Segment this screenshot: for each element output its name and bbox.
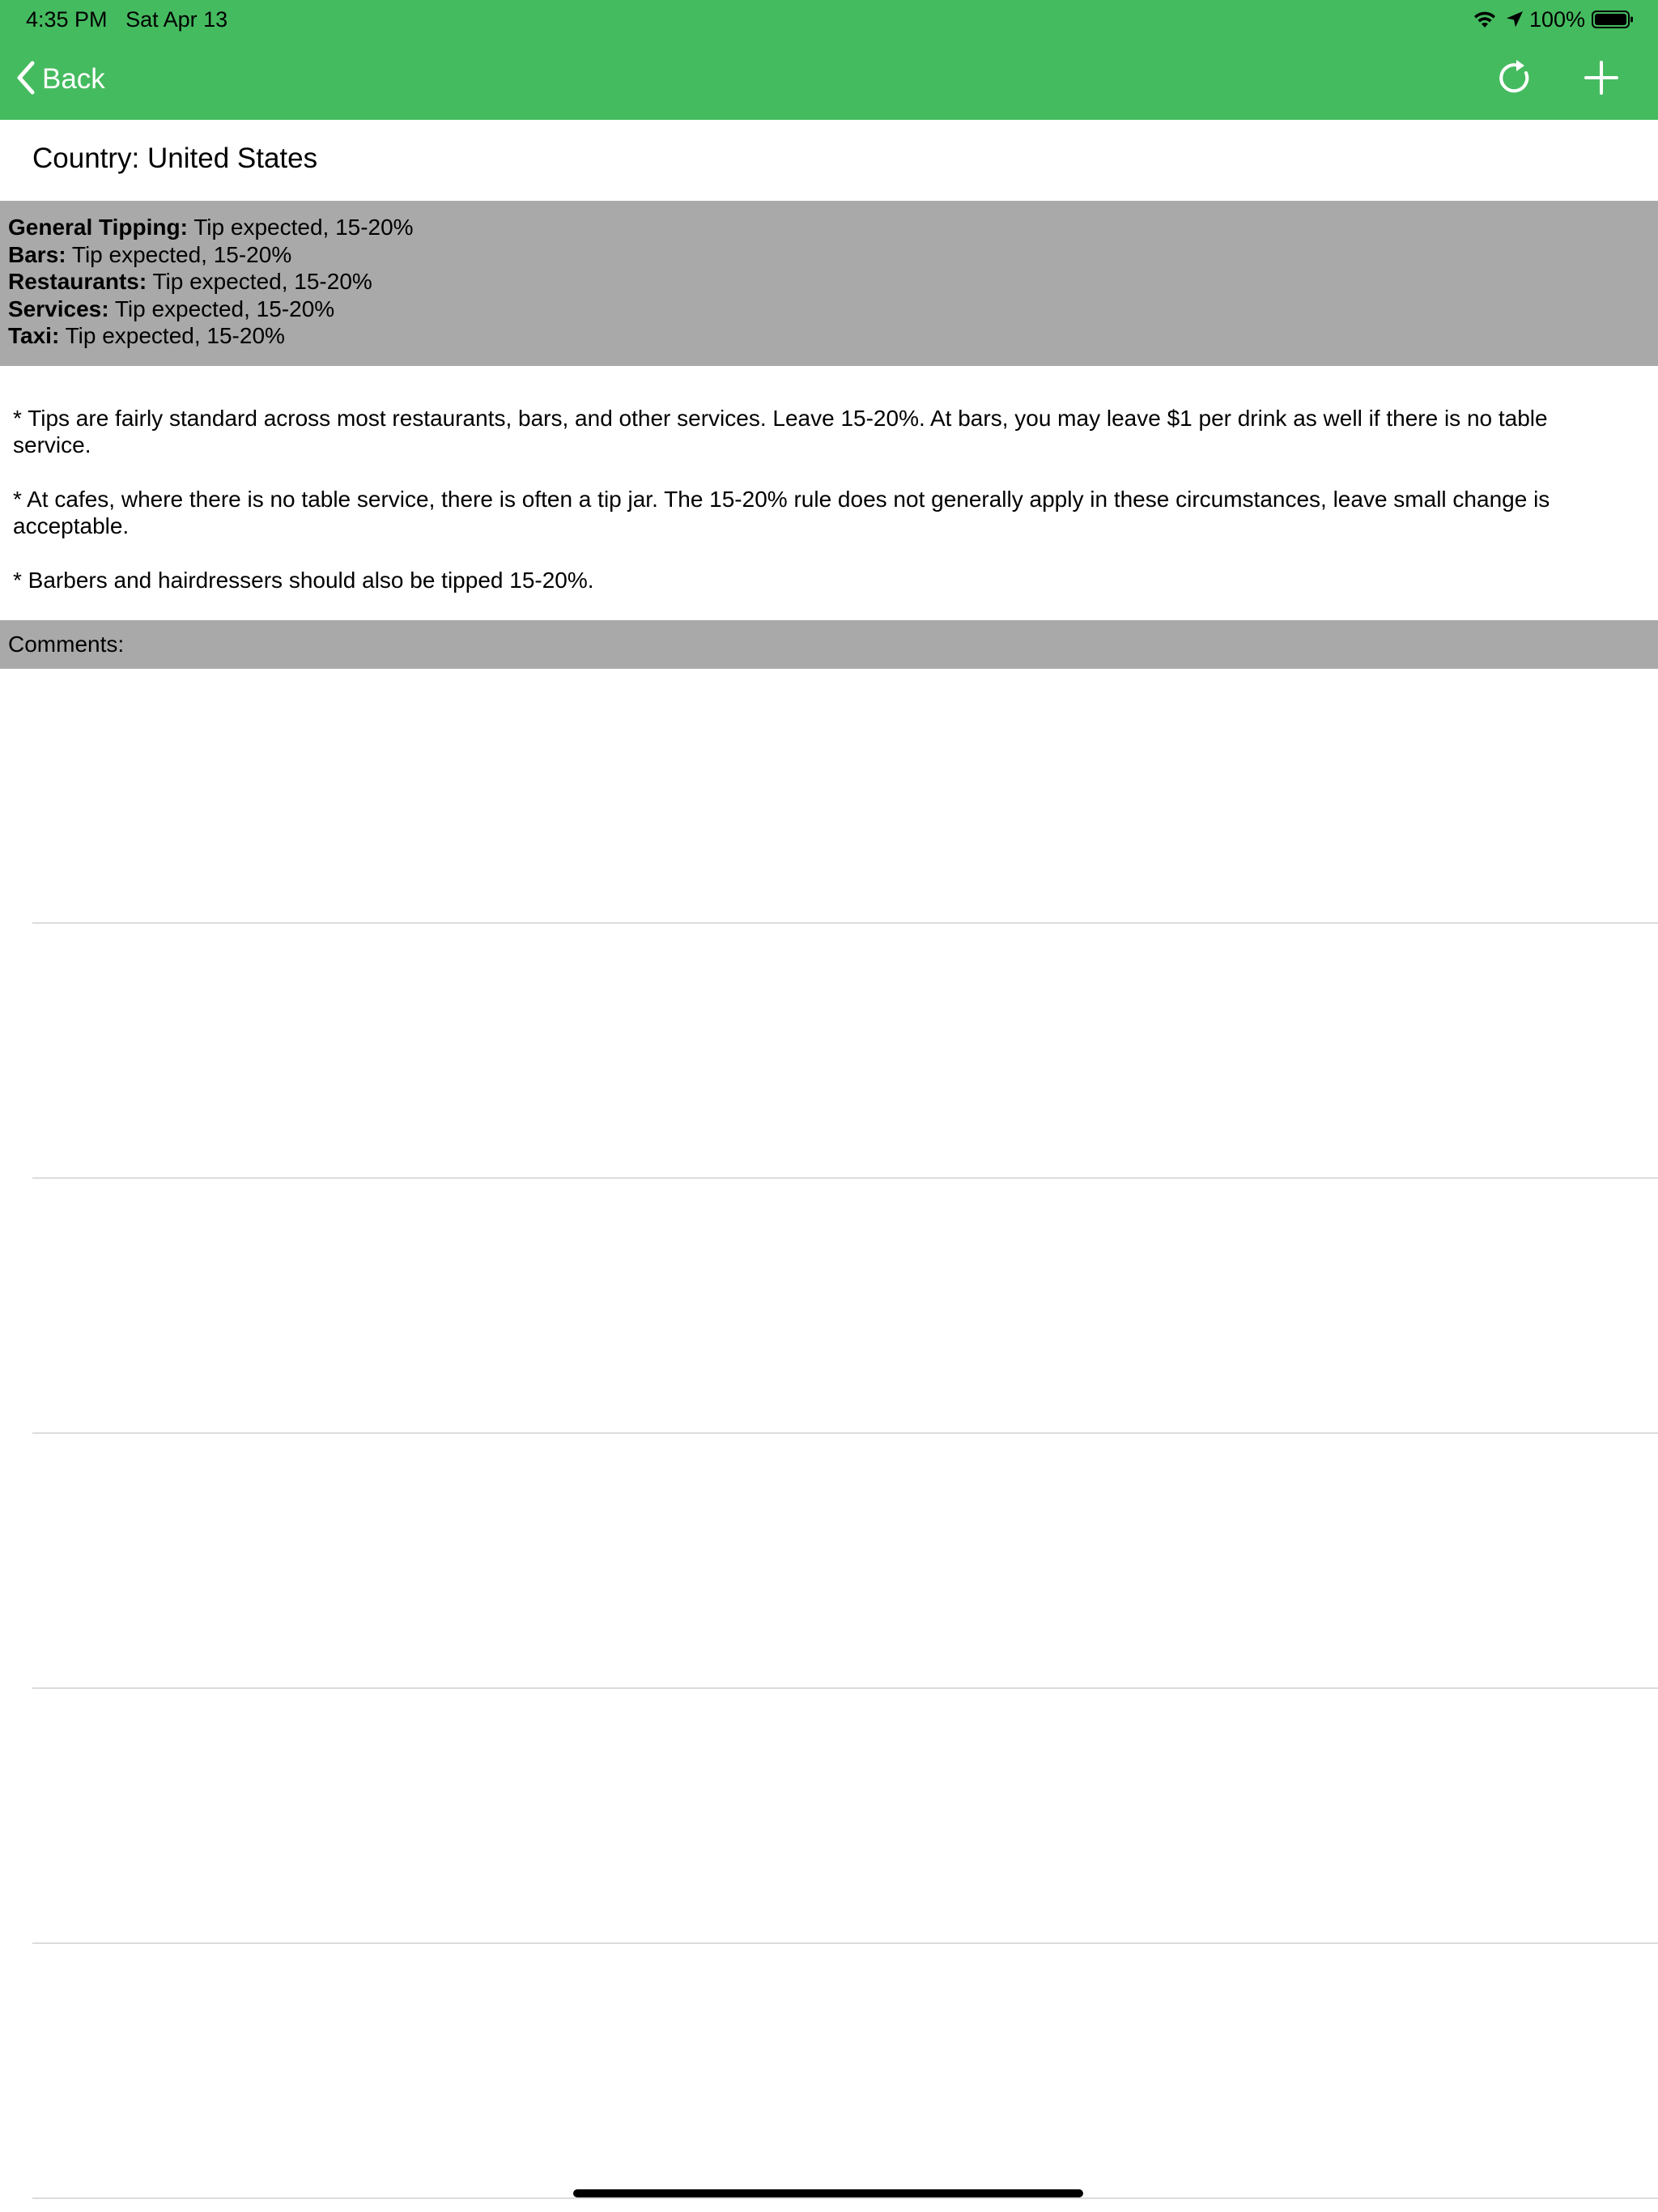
summary-label: Services: — [8, 296, 109, 321]
summary-value: Tip expected, 15-20% — [71, 241, 292, 267]
row-separator — [32, 2197, 1658, 2199]
chevron-left-icon — [16, 61, 36, 99]
summary-item-bars: Bars: Tip expected, 15-20% — [8, 241, 414, 269]
summary-value: Tip expected, 15-20% — [65, 323, 285, 348]
back-label: Back — [42, 63, 105, 95]
refresh-icon — [1494, 58, 1533, 101]
status-bar: 4:35 PM Sat Apr 13 100% — [0, 0, 1658, 39]
summary-item-general-tipping: General Tipping: Tip expected, 15-20% — [8, 214, 414, 241]
battery-percent: 100% — [1528, 7, 1585, 32]
summary-item-restaurants: Restaurants: Tip expected, 15-20% — [8, 268, 414, 296]
summary-item-services: Services: Tip expected, 15-20% — [8, 296, 414, 323]
status-time-date: 4:35 PM Sat Apr 13 — [26, 6, 227, 32]
battery-icon — [1592, 10, 1634, 29]
tipping-summary-list: General Tipping: Tip expected, 15-20% Ba… — [8, 214, 414, 350]
location-arrow-icon — [1505, 10, 1524, 29]
status-time: 4:35 PM — [26, 7, 108, 32]
wifi-icon — [1473, 10, 1497, 29]
note-paragraph: * Barbers and hairdressers should also b… — [13, 568, 594, 593]
home-indicator[interactable] — [573, 2189, 1083, 2197]
summary-label: Bars: — [8, 241, 66, 267]
note-paragraph: * Tips are fairly standard across most r… — [13, 406, 1548, 457]
summary-label: Restaurants: — [8, 269, 147, 294]
plus-icon — [1584, 60, 1619, 100]
tipping-summary-panel: General Tipping: Tip expected, 15-20% Ba… — [0, 201, 1658, 366]
comments-list[interactable] — [0, 669, 1658, 2199]
summary-value: Tip expected, 15-20% — [152, 269, 372, 294]
back-button[interactable]: Back — [16, 57, 105, 102]
comment-row[interactable] — [0, 1434, 1658, 1689]
summary-value: Tip expected, 15-20% — [193, 215, 414, 240]
summary-label: General Tipping: — [8, 215, 188, 240]
status-date: Sat Apr 13 — [125, 7, 228, 32]
tipping-notes: * Tips are fairly standard across most r… — [13, 405, 1624, 621]
refresh-button[interactable] — [1490, 55, 1538, 104]
summary-label: Taxi: — [8, 323, 60, 348]
comment-row[interactable] — [0, 1689, 1658, 1944]
summary-value: Tip expected, 15-20% — [114, 296, 335, 321]
top-bar: 4:35 PM Sat Apr 13 100% Back — [0, 0, 1658, 120]
nav-bar: Back — [0, 39, 1658, 120]
country-title: Country: United States — [32, 143, 318, 174]
app-screen: 4:35 PM Sat Apr 13 100% Back Country: Un… — [0, 0, 1658, 2212]
summary-item-taxi: Taxi: Tip expected, 15-20% — [8, 322, 414, 350]
comment-row[interactable] — [0, 1944, 1658, 2199]
add-button[interactable] — [1577, 55, 1626, 104]
country-header: Country: United States — [0, 120, 1658, 201]
comments-header: Comments: — [0, 620, 1658, 669]
comment-row[interactable] — [0, 924, 1658, 1179]
comment-row[interactable] — [0, 669, 1658, 924]
comment-row[interactable] — [0, 1179, 1658, 1434]
status-indicators: 100% — [1473, 6, 1634, 32]
comments-label: Comments: — [8, 632, 125, 657]
note-paragraph: * At cafes, where there is no table serv… — [13, 487, 1550, 538]
